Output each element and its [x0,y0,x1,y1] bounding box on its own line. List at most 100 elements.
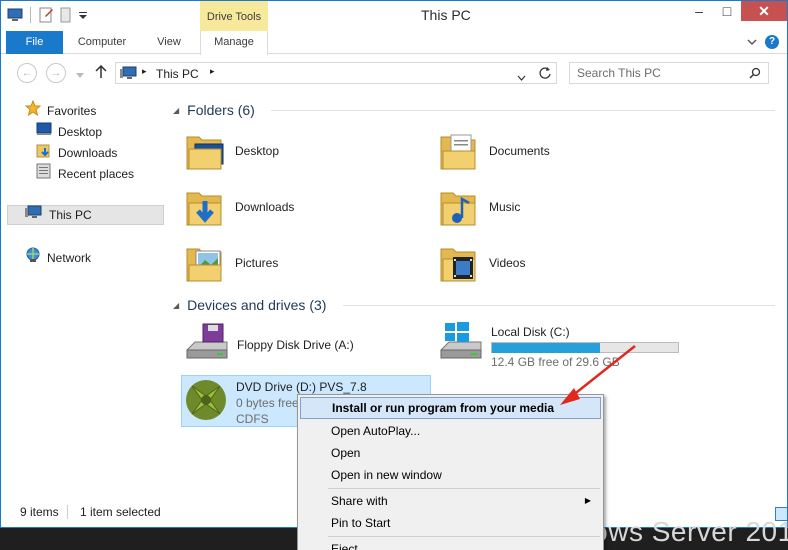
network-icon [25,247,41,269]
this-pc-icon[interactable] [7,7,23,23]
devices-group-header[interactable]: ◢ Devices and drives (3) [171,295,775,315]
breadcrumb-this-pc[interactable]: This PC [156,67,199,81]
properties-icon[interactable] [38,7,54,23]
customize-toolbar-icon[interactable] [78,7,94,23]
tab-manage[interactable]: Manage [200,31,268,55]
windows-drive-icon [437,320,485,370]
folder-documents[interactable]: Documents [437,126,550,176]
this-pc-icon [25,205,43,225]
address-dropdown-icon[interactable] [517,70,526,84]
selection-count: 1 item selected [80,505,161,519]
menu-item-open-new-window[interactable]: Open in new window [300,464,601,486]
star-icon [24,99,42,122]
videos-folder-icon [437,241,481,285]
nav-label: This PC [49,208,92,222]
drive-free-space: 12.4 GB free of 29.6 GB [491,355,620,369]
back-button[interactable]: ← [17,63,37,83]
recent-places-icon [36,163,52,185]
drive-label: Local Disk (C:) [491,325,570,339]
drive-local-c[interactable]: Local Disk (C:) 12.4 GB free of 29.6 GB [437,320,697,370]
collapse-chevron-icon[interactable]: ◢ [173,106,179,115]
menu-item-share-with[interactable]: Share with ▶ [300,490,601,512]
folder-label: Desktop [235,144,280,158]
folder-desktop[interactable]: Desktop [183,126,279,176]
this-pc-icon [120,66,138,83]
menu-item-open-autoplay[interactable]: Open AutoPlay... [300,420,601,442]
breadcrumb-chevron-icon[interactable]: ▸ [210,66,215,77]
nav-desktop[interactable]: Desktop [36,122,102,142]
tab-file[interactable]: File [6,31,63,54]
minimize-button[interactable]: – [685,1,713,21]
expand-ribbon-icon[interactable] [747,35,757,49]
nav-this-pc[interactable]: This PC [7,205,164,225]
folder-label: Videos [489,256,526,270]
divider [343,305,775,306]
toolbar-separator [30,7,31,23]
capacity-bar-fill [492,343,600,353]
menu-separator [328,536,600,537]
new-folder-icon[interactable] [58,7,74,23]
close-button[interactable]: ✕ [741,1,787,21]
folders-group-header[interactable]: ◢ Folders (6) [171,100,775,120]
forward-button[interactable]: → [46,63,66,83]
drive-label: DVD Drive (D:) PVS_7.8 [236,380,367,394]
nav-network[interactable]: Network [25,247,92,269]
folder-label: Music [489,200,521,214]
title-bar: Drive Tools This PC – □ ✕ [1,1,787,31]
refresh-icon[interactable] [538,66,552,83]
citrix-dvd-icon [182,376,230,426]
menu-item-label: Share with [331,494,388,508]
navigation-pane: Favorites Desktop Downloads Recent place… [1,92,169,498]
downloads-icon [36,142,52,164]
up-arrow-icon[interactable] [95,64,107,82]
floppy-drive-icon [183,322,231,368]
folder-videos[interactable]: Videos [437,238,525,288]
window-title: This PC [421,7,471,23]
menu-item-eject[interactable]: Eject [300,538,601,550]
capacity-bar [491,342,679,353]
divider [271,110,775,111]
folder-label: Pictures [235,256,279,270]
menu-item-install-run[interactable]: Install or run program from your media [300,397,601,419]
help-icon[interactable]: ? [765,35,779,49]
search-input[interactable]: Search This PC [569,62,769,84]
nav-favorites[interactable]: Favorites [24,99,97,122]
music-folder-icon [437,185,481,229]
search-icon[interactable] [749,67,761,82]
window-controls: – □ ✕ [685,1,787,21]
nav-label: Favorites [47,104,97,118]
folder-pictures[interactable]: Pictures [183,238,278,288]
nav-recent-places[interactable]: Recent places [36,163,135,185]
drive-label: Floppy Disk Drive (A:) [237,338,354,352]
ribbon-tabs: File Computer View Manage ? [1,31,787,55]
tab-computer[interactable]: Computer [65,31,139,54]
tab-view[interactable]: View [141,31,197,54]
drive-floppy[interactable]: Floppy Disk Drive (A:) [183,322,433,368]
drive-text: Local Disk (C:) 12.4 GB free of 29.6 GB [491,320,679,370]
collapse-chevron-icon[interactable]: ◢ [173,301,179,310]
recent-locations-icon[interactable] [76,68,84,82]
nav-label: Network [47,251,92,265]
address-bar[interactable]: ▸ This PC ▸ [115,62,557,84]
documents-folder-icon [437,129,481,173]
quick-access-toolbar [7,7,94,23]
menu-item-pin-to-start[interactable]: Pin to Start [300,512,601,534]
drive-text: Floppy Disk Drive (A:) [237,322,354,368]
breadcrumb-chevron-icon[interactable]: ▸ [142,66,147,77]
group-title: Folders (6) [187,102,255,118]
maximize-button[interactable]: □ [713,1,741,21]
status-divider [67,505,68,519]
nav-label: Desktop [58,125,103,139]
folder-music[interactable]: Music [437,182,520,232]
group-title: Devices and drives (3) [187,297,327,313]
menu-item-open[interactable]: Open [300,442,601,464]
folder-label: Downloads [235,200,295,214]
folder-downloads[interactable]: Downloads [183,182,294,232]
downloads-folder-icon [183,185,227,229]
folder-label: Documents [489,144,550,158]
address-row: ← → ▸ This PC ▸ Search This PC [1,55,787,91]
nav-downloads[interactable]: Downloads [36,143,117,163]
menu-separator [328,488,600,489]
nav-label: Recent places [58,167,135,181]
desktop-icon [36,122,52,142]
